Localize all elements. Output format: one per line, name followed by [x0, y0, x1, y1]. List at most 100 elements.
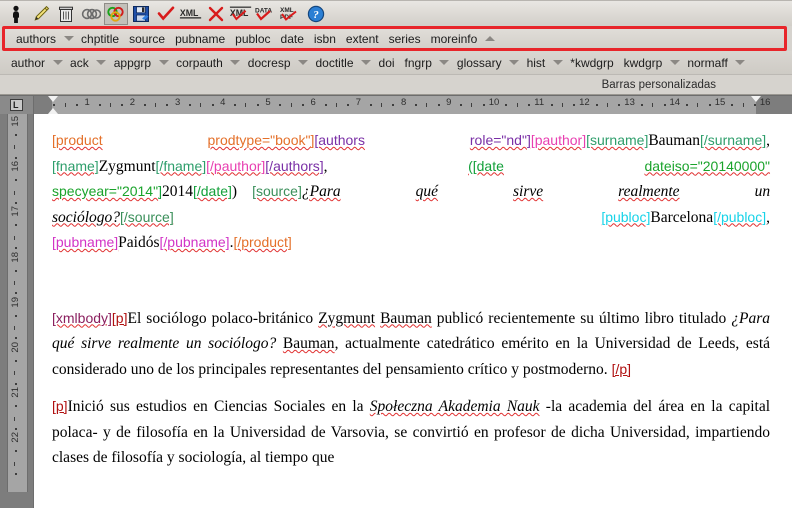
ruler-tick	[517, 103, 518, 107]
tag-button-fngrp[interactable]: fngrp	[400, 54, 437, 72]
pencil-icon[interactable]	[29, 3, 53, 25]
vertical-ruler-number: 18	[10, 252, 22, 263]
tag-pubname-open: [pubname]	[52, 234, 118, 250]
vertical-ruler-dot	[15, 179, 17, 181]
color-rings-icon[interactable]	[104, 3, 128, 25]
tag-button-moreinfo[interactable]: moreinfo	[426, 30, 483, 48]
tag-button-chptitle[interactable]: chptitle	[76, 30, 124, 48]
chevron-down-icon-kwdgrp[interactable]	[668, 54, 681, 72]
vertical-ruler-tick	[14, 326, 15, 330]
chevron-down-icon-docresp[interactable]	[297, 54, 310, 72]
tag-button-publoc[interactable]: publoc	[230, 30, 275, 48]
data-check-icon[interactable]: DATA	[254, 3, 278, 25]
ruler-number: 14	[670, 97, 681, 108]
p1-name-bauman-2: Bauman	[283, 335, 335, 352]
ruler-tick	[110, 103, 111, 107]
text-publoc: Barcelona	[650, 209, 713, 226]
tag-button-glossary[interactable]: glossary	[452, 54, 507, 72]
vertical-ruler-number: 21	[10, 387, 22, 398]
document-page[interactable]: [product prodtype="book"][authors role="…	[34, 114, 792, 508]
save-disk-icon[interactable]	[129, 3, 153, 25]
vertical-ruler-tick	[14, 145, 15, 149]
person-icon[interactable]	[4, 3, 28, 25]
vertical-ruler-dot	[15, 134, 17, 136]
right-indent-marker[interactable]	[751, 96, 761, 102]
vertical-ruler-dot	[15, 450, 17, 452]
tag-button-authors[interactable]: authors	[11, 30, 61, 48]
chevron-down-icon-normaff[interactable]	[734, 54, 747, 72]
horizontal-ruler-track[interactable]: 12345678910111213141516	[34, 96, 792, 114]
tag-button-isbn[interactable]: isbn	[309, 30, 341, 48]
horizontal-ruler[interactable]: L 12345678910111213141516	[0, 95, 792, 114]
vertical-ruler-dot	[15, 270, 17, 272]
tag-button-kwdgrp-star[interactable]: *kwdgrp	[565, 54, 618, 72]
p1-text-b: publicó recientemente su último libro ti…	[432, 310, 732, 327]
xml-check-icon[interactable]: XML	[229, 3, 253, 25]
tag-button-corpauth[interactable]: corpauth	[171, 54, 228, 72]
text-year: 2014	[162, 183, 193, 200]
tag-button-series[interactable]: series	[384, 30, 426, 48]
vertical-ruler-tick	[14, 191, 15, 195]
help-icon[interactable]: ?	[304, 3, 328, 25]
tag-button-doi[interactable]: doi	[374, 54, 400, 72]
tag-button-appgrp[interactable]: appgrp	[109, 54, 156, 72]
body-paragraph-2[interactable]: [p]Inició sus estudios en Ciencias Socia…	[52, 394, 770, 471]
ruler-tick	[426, 103, 427, 107]
chevron-down-icon-appgrp[interactable]	[157, 54, 170, 72]
xml-underline-icon[interactable]: XML	[179, 3, 203, 25]
ruler-number: 4	[220, 97, 225, 108]
chevron-down-icon-fngrp[interactable]	[438, 54, 451, 72]
ruler-tick	[155, 103, 156, 107]
chevron-down-icon-glossary[interactable]	[508, 54, 521, 72]
vertical-ruler[interactable]: 1516171819202122	[0, 114, 34, 508]
ruler-tick	[471, 103, 472, 107]
ruler-tick	[65, 103, 66, 107]
ruler-number: 9	[446, 97, 451, 108]
tag-button-pubname[interactable]: pubname	[170, 30, 230, 48]
chevron-down-icon-ack[interactable]	[95, 54, 108, 72]
vertical-ruler-dot	[15, 224, 17, 226]
ruler-number: 3	[175, 97, 180, 108]
tag-button-extent[interactable]: extent	[341, 30, 384, 48]
ruler-dot	[709, 104, 711, 106]
close-x-icon[interactable]	[204, 3, 228, 25]
rings-icon[interactable]	[79, 3, 103, 25]
chevron-down-icon-doctitle[interactable]	[360, 54, 373, 72]
ruler-tick	[607, 103, 608, 107]
tag-button-date[interactable]: date	[276, 30, 309, 48]
tag-button-doctitle[interactable]: doctitle	[311, 54, 359, 72]
tag-publoc-open: [publoc]	[601, 209, 650, 225]
tag-button-hist[interactable]: hist	[522, 54, 551, 72]
tag-publoc-close: [/publoc]	[713, 209, 766, 225]
chevron-up-icon-moreinfo[interactable]	[483, 30, 496, 48]
tag-button-normaff[interactable]: normaff	[682, 54, 732, 72]
left-indent-marker[interactable]	[48, 108, 58, 114]
toolbar-area: XML XML DATA XMLPDF ? authors chptitle s…	[0, 0, 792, 95]
chevron-down-icon-author[interactable]	[51, 54, 64, 72]
tag-button-source[interactable]: source	[124, 30, 170, 48]
tag-button-docresp[interactable]: docresp	[243, 54, 296, 72]
first-line-indent-marker[interactable]	[48, 96, 58, 102]
vertical-ruler-dot	[15, 383, 17, 385]
ruler-tick	[697, 103, 698, 107]
check-red-icon[interactable]	[154, 3, 178, 25]
tag-button-ack[interactable]: ack	[65, 54, 94, 72]
chevron-down-icon-corpauth[interactable]	[229, 54, 242, 72]
tag-pubname-close: [/pubname]	[160, 234, 230, 250]
ruler-tick	[381, 103, 382, 107]
ruler-dot	[731, 104, 733, 106]
vertical-ruler-tick	[14, 417, 15, 421]
metadata-block[interactable]: [product prodtype="book"][authors role="…	[52, 128, 770, 256]
xml-pdf-icon[interactable]: XMLPDF	[279, 3, 303, 25]
ruler-number: 1	[85, 97, 90, 108]
tab-stop-left-icon: L	[10, 99, 23, 111]
trash-icon[interactable]	[54, 3, 78, 25]
ruler-dot	[234, 104, 236, 106]
tab-stop-selector[interactable]: L	[0, 96, 34, 114]
ruler-number: 6	[311, 97, 316, 108]
tag-button-kwdgrp[interactable]: kwdgrp	[619, 54, 668, 72]
tag-button-author[interactable]: author	[6, 54, 50, 72]
body-paragraph-1[interactable]: [xmlbody][p]El sociólogo polaco-británic…	[52, 306, 770, 383]
chevron-down-icon-authors[interactable]	[62, 30, 75, 48]
chevron-down-icon-hist[interactable]	[551, 54, 564, 72]
